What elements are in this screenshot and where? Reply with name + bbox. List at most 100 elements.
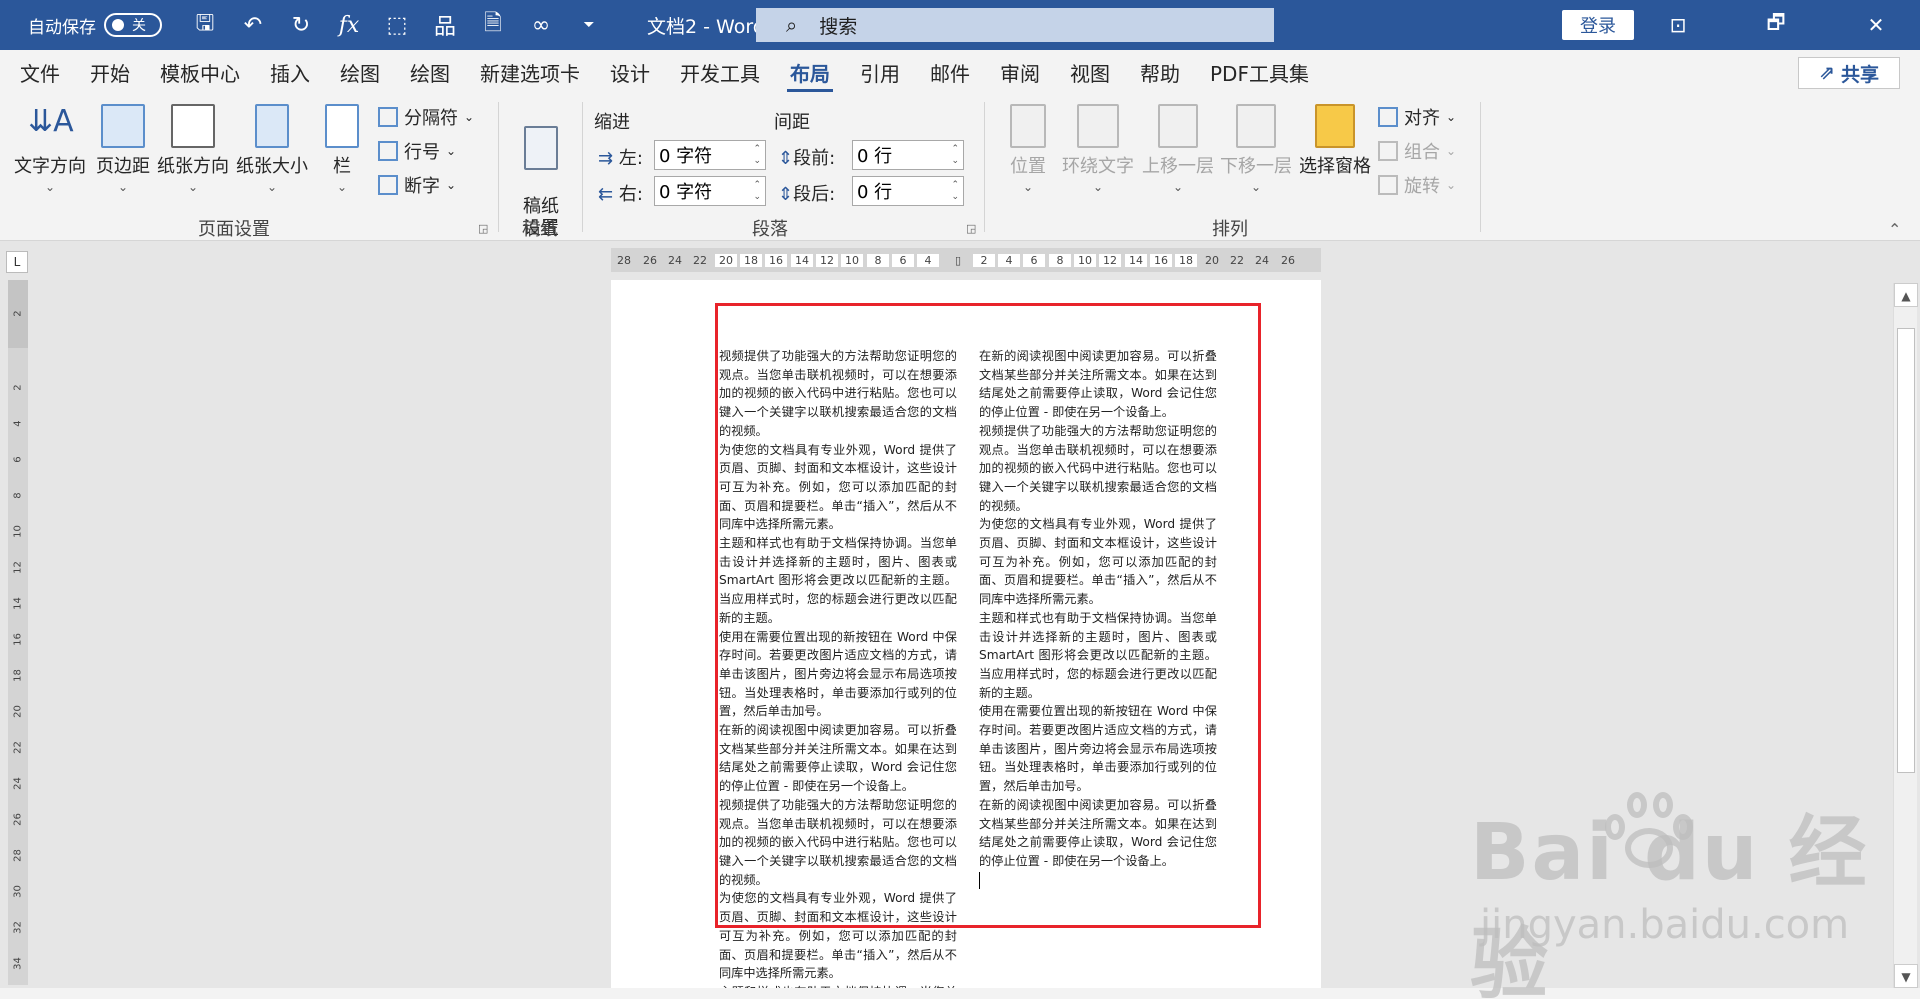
horizontal-ruler[interactable]: 28 26 24 22 20 18 16 14 12 10 8 6 4 ▯ 2 … bbox=[611, 248, 1321, 272]
tab-layout[interactable]: 布局 bbox=[775, 50, 845, 94]
paragraph: 为使您的文档具有专业外观，Word 提供了页眉、页脚、封面和文本框设计，这些设计… bbox=[719, 442, 957, 532]
breaks-icon bbox=[378, 107, 398, 127]
save-icon[interactable]: 🖫 bbox=[192, 6, 218, 44]
indent-left-value: 0 字符 bbox=[659, 146, 713, 167]
chevron-down-icon: ⌄ bbox=[1172, 180, 1184, 194]
bring-forward-button[interactable]: 上移一层 ⌄ bbox=[1140, 104, 1216, 194]
ribbon-display-icon[interactable]: ⊡ bbox=[1644, 0, 1712, 50]
spin-arrows-icon[interactable]: ⌃ ⌄ bbox=[753, 143, 761, 167]
margins-button[interactable]: 页边距 ⌄ bbox=[94, 104, 152, 194]
ruler-tick: 20 bbox=[1205, 254, 1219, 267]
tab-home[interactable]: 开始 bbox=[75, 50, 145, 94]
paragraph: 为使您的文档具有专业外观，Word 提供了页眉、页脚、封面和文本框设计，这些设计… bbox=[719, 891, 957, 981]
tab-design[interactable]: 设计 bbox=[595, 50, 665, 94]
ruler-tick: 16 bbox=[765, 254, 787, 267]
doc-icon[interactable]: 🗎 bbox=[480, 6, 506, 44]
line-numbers-label: 行号 bbox=[404, 142, 440, 163]
ruler-tick: 20 bbox=[715, 254, 737, 267]
customize-icon[interactable]: ⏷ bbox=[576, 17, 602, 33]
text-column-1[interactable]: 视频提供了功能强大的方法帮助您证明您的观点。当您单击联机视频时，可以在想要添加的… bbox=[719, 347, 957, 999]
tab-file[interactable]: 文件 bbox=[0, 50, 75, 94]
breaks-button[interactable]: 分隔符 ⌄ bbox=[378, 104, 474, 130]
login-button[interactable]: 登录 bbox=[1562, 10, 1634, 40]
hierarchy-icon[interactable]: 品 bbox=[432, 9, 458, 41]
tab-pdf-tools[interactable]: PDF工具集 bbox=[1195, 50, 1324, 94]
spacing-after-input[interactable]: 0 行 ⌃ ⌄ bbox=[852, 176, 964, 206]
columns-button[interactable]: 栏 ⌄ bbox=[322, 104, 362, 194]
selection-pane-button[interactable]: 选择窗格 bbox=[1296, 104, 1374, 178]
spin-arrows-icon[interactable]: ⌃ ⌄ bbox=[753, 179, 761, 203]
text-direction-icon: ⇊A bbox=[28, 104, 74, 139]
document-title: 文档2 - Word bbox=[647, 15, 765, 38]
vertical-ruler[interactable]: 2 2 4 6 8 10 12 14 16 18 20 22 24 26 28 … bbox=[8, 280, 28, 985]
spin-arrows-icon[interactable]: ⌃ ⌄ bbox=[951, 143, 959, 167]
search-box[interactable]: ⌕ 搜索 bbox=[756, 8, 1274, 42]
close-icon[interactable]: ✕ bbox=[1842, 0, 1910, 50]
ruler-tick: 10 bbox=[1074, 254, 1096, 267]
rotate-button[interactable]: 旋转 ⌄ bbox=[1378, 172, 1456, 198]
infinity-icon[interactable]: ∞ bbox=[528, 13, 554, 38]
undo-icon[interactable]: ↶ bbox=[240, 13, 266, 38]
paragraph: 在新的阅读视图中阅读更加容易。可以折叠文档某些部分并关注所需文本。如果在达到结尾… bbox=[979, 349, 1217, 420]
tab-new-tab[interactable]: 新建选项卡 bbox=[465, 50, 595, 94]
paragraph: 为使您的文档具有专业外观，Word 提供了页眉、页脚、封面和文本框设计，这些设计… bbox=[979, 517, 1217, 607]
tab-help[interactable]: 帮助 bbox=[1125, 50, 1195, 94]
align-button[interactable]: 对齐 ⌄ bbox=[1378, 104, 1456, 130]
share-label: 共享 bbox=[1840, 63, 1879, 86]
autosave-label: 自动保存 bbox=[28, 17, 96, 38]
autosave-toggle[interactable]: 关 bbox=[104, 13, 162, 37]
vruler-tick: 34 bbox=[12, 957, 24, 970]
spin-arrows-icon[interactable]: ⌃ ⌄ bbox=[951, 179, 959, 203]
text-column-2[interactable]: 在新的阅读视图中阅读更加容易。可以折叠文档某些部分并关注所需文本。如果在达到结尾… bbox=[979, 347, 1217, 889]
collapse-ribbon-icon[interactable]: ⌃ bbox=[1888, 220, 1901, 239]
indent-left-input[interactable]: 0 字符 ⌃ ⌄ bbox=[654, 140, 766, 170]
tab-insert[interactable]: 插入 bbox=[255, 50, 325, 94]
chevron-down-icon: ⌄ bbox=[44, 180, 56, 194]
ruler-tick: 18 bbox=[740, 254, 762, 267]
breaks-label: 分隔符 bbox=[404, 108, 458, 129]
restore-icon[interactable]: 🗗 bbox=[1742, 0, 1810, 50]
group-label-page-setup: 页面设置 bbox=[198, 219, 270, 240]
select-icon[interactable]: ⬚ bbox=[384, 13, 410, 38]
scroll-up-icon[interactable]: ▲ bbox=[1894, 283, 1918, 307]
chevron-down-icon: ⌄ bbox=[1446, 144, 1457, 158]
chevron-down-icon: ⌄ bbox=[266, 180, 278, 194]
tab-review[interactable]: 审阅 bbox=[985, 50, 1055, 94]
text-direction-button[interactable]: ⇊A 文字方向 ⌄ bbox=[12, 104, 88, 194]
ruler-tick: 10 bbox=[841, 254, 863, 267]
group-objects-button[interactable]: 组合 ⌄ bbox=[1378, 138, 1456, 164]
tab-templates[interactable]: 模板中心 bbox=[145, 50, 255, 94]
spacing-before-input[interactable]: 0 行 ⌃ ⌄ bbox=[852, 140, 964, 170]
indent-right-text: 右: bbox=[618, 184, 643, 205]
line-numbers-button[interactable]: 行号 ⌄ bbox=[378, 138, 456, 164]
ruler-tick: 22 bbox=[693, 254, 707, 267]
column-gap-marker[interactable]: ▯ bbox=[943, 254, 973, 267]
tab-draw-2[interactable]: 绘图 bbox=[395, 50, 465, 94]
fx-icon[interactable]: fx bbox=[336, 13, 362, 38]
size-button[interactable]: 纸张大小 ⌄ bbox=[234, 104, 310, 194]
tab-view[interactable]: 视图 bbox=[1055, 50, 1125, 94]
page-setup-launcher-icon[interactable]: ◲ bbox=[478, 222, 488, 235]
group-label-manuscript: 稿纸 bbox=[522, 219, 558, 240]
tab-draw[interactable]: 绘图 bbox=[325, 50, 395, 94]
tab-mailings[interactable]: 邮件 bbox=[915, 50, 985, 94]
ruler-tick: 24 bbox=[668, 254, 682, 267]
tab-developer[interactable]: 开发工具 bbox=[665, 50, 775, 94]
vruler-tick: 2 bbox=[12, 310, 24, 317]
orientation-button[interactable]: 纸张方向 ⌄ bbox=[156, 104, 230, 194]
wrap-text-label: 环绕文字 bbox=[1062, 156, 1134, 177]
send-backward-button[interactable]: 下移一层 ⌄ bbox=[1218, 104, 1294, 194]
share-button[interactable]: ⇗ 共享 bbox=[1798, 57, 1900, 89]
paragraph-launcher-icon[interactable]: ◲ bbox=[966, 222, 976, 235]
scrollbar-thumb[interactable] bbox=[1897, 328, 1915, 773]
tab-selector[interactable]: L bbox=[6, 251, 28, 273]
spacing-after-icon: ⇕ bbox=[778, 184, 794, 205]
wrap-text-button[interactable]: 环绕文字 ⌄ bbox=[1058, 104, 1138, 194]
position-button[interactable]: 位置 ⌄ bbox=[1004, 104, 1052, 194]
redo-icon[interactable]: ↻ bbox=[288, 13, 314, 38]
indent-right-input[interactable]: 0 字符 ⌃ ⌄ bbox=[654, 176, 766, 206]
hyphenation-button[interactable]: 断字 ⌄ bbox=[378, 172, 456, 198]
group-objects-label: 组合 bbox=[1404, 142, 1440, 163]
tab-references[interactable]: 引用 bbox=[845, 50, 915, 94]
paragraph: 在新的阅读视图中阅读更加容易。可以折叠文档某些部分并关注所需文本。如果在达到结尾… bbox=[719, 723, 957, 794]
